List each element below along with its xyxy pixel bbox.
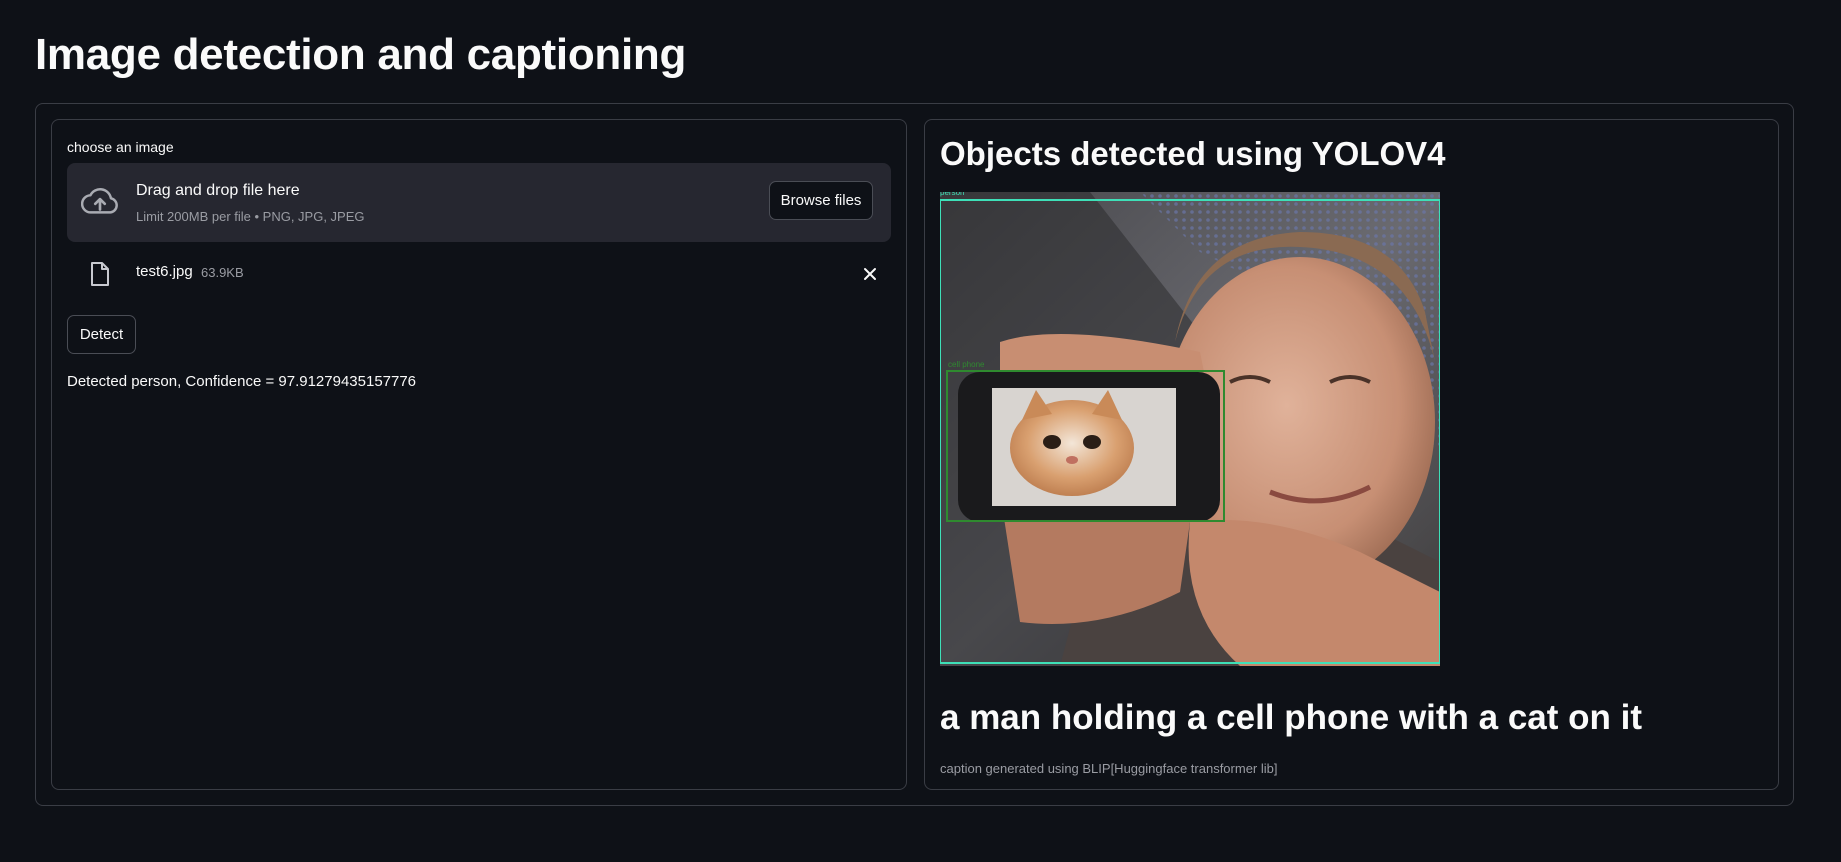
phone-box-label: cell phone	[948, 360, 985, 369]
uploaded-file-row: test6.jpg 63.9KB	[67, 258, 891, 298]
uploaded-file-name: test6.jpg	[136, 263, 193, 280]
browse-files-button[interactable]: Browse files	[769, 181, 873, 220]
dropzone-hint: Limit 200MB per file • PNG, JPG, JPEG	[136, 209, 365, 224]
uploaded-file-size: 63.9KB	[201, 265, 244, 280]
generated-caption: a man holding a cell phone with a cat on…	[940, 698, 1643, 737]
file-dropzone[interactable]: Drag and drop file here Limit 200MB per …	[67, 163, 891, 242]
detect-button[interactable]: Detect	[67, 315, 136, 354]
dropzone-title: Drag and drop file here	[136, 182, 300, 199]
caption-source: caption generated using BLIP[Huggingface…	[940, 761, 1278, 776]
close-icon[interactable]	[861, 265, 879, 283]
detection-result: Detected person, Confidence = 97.9127943…	[67, 373, 417, 390]
cloud-upload-icon	[81, 188, 118, 214]
detection-output-image: person cell phone	[940, 192, 1440, 666]
person-box-label: person	[940, 192, 964, 197]
cat-eye-right	[1083, 435, 1101, 449]
page-title: Image detection and captioning	[35, 30, 687, 79]
cat-nose	[1066, 456, 1078, 464]
uploader-label: choose an image	[67, 139, 174, 155]
cat-eye-left	[1043, 435, 1061, 449]
main-container: choose an image Drag and drop file here …	[35, 103, 1794, 806]
file-icon	[91, 262, 109, 286]
results-column: Objects detected using YOLOV4 person cel…	[924, 119, 1779, 790]
upload-column: choose an image Drag and drop file here …	[51, 119, 907, 790]
detection-heading: Objects detected using YOLOV4	[940, 135, 1446, 172]
